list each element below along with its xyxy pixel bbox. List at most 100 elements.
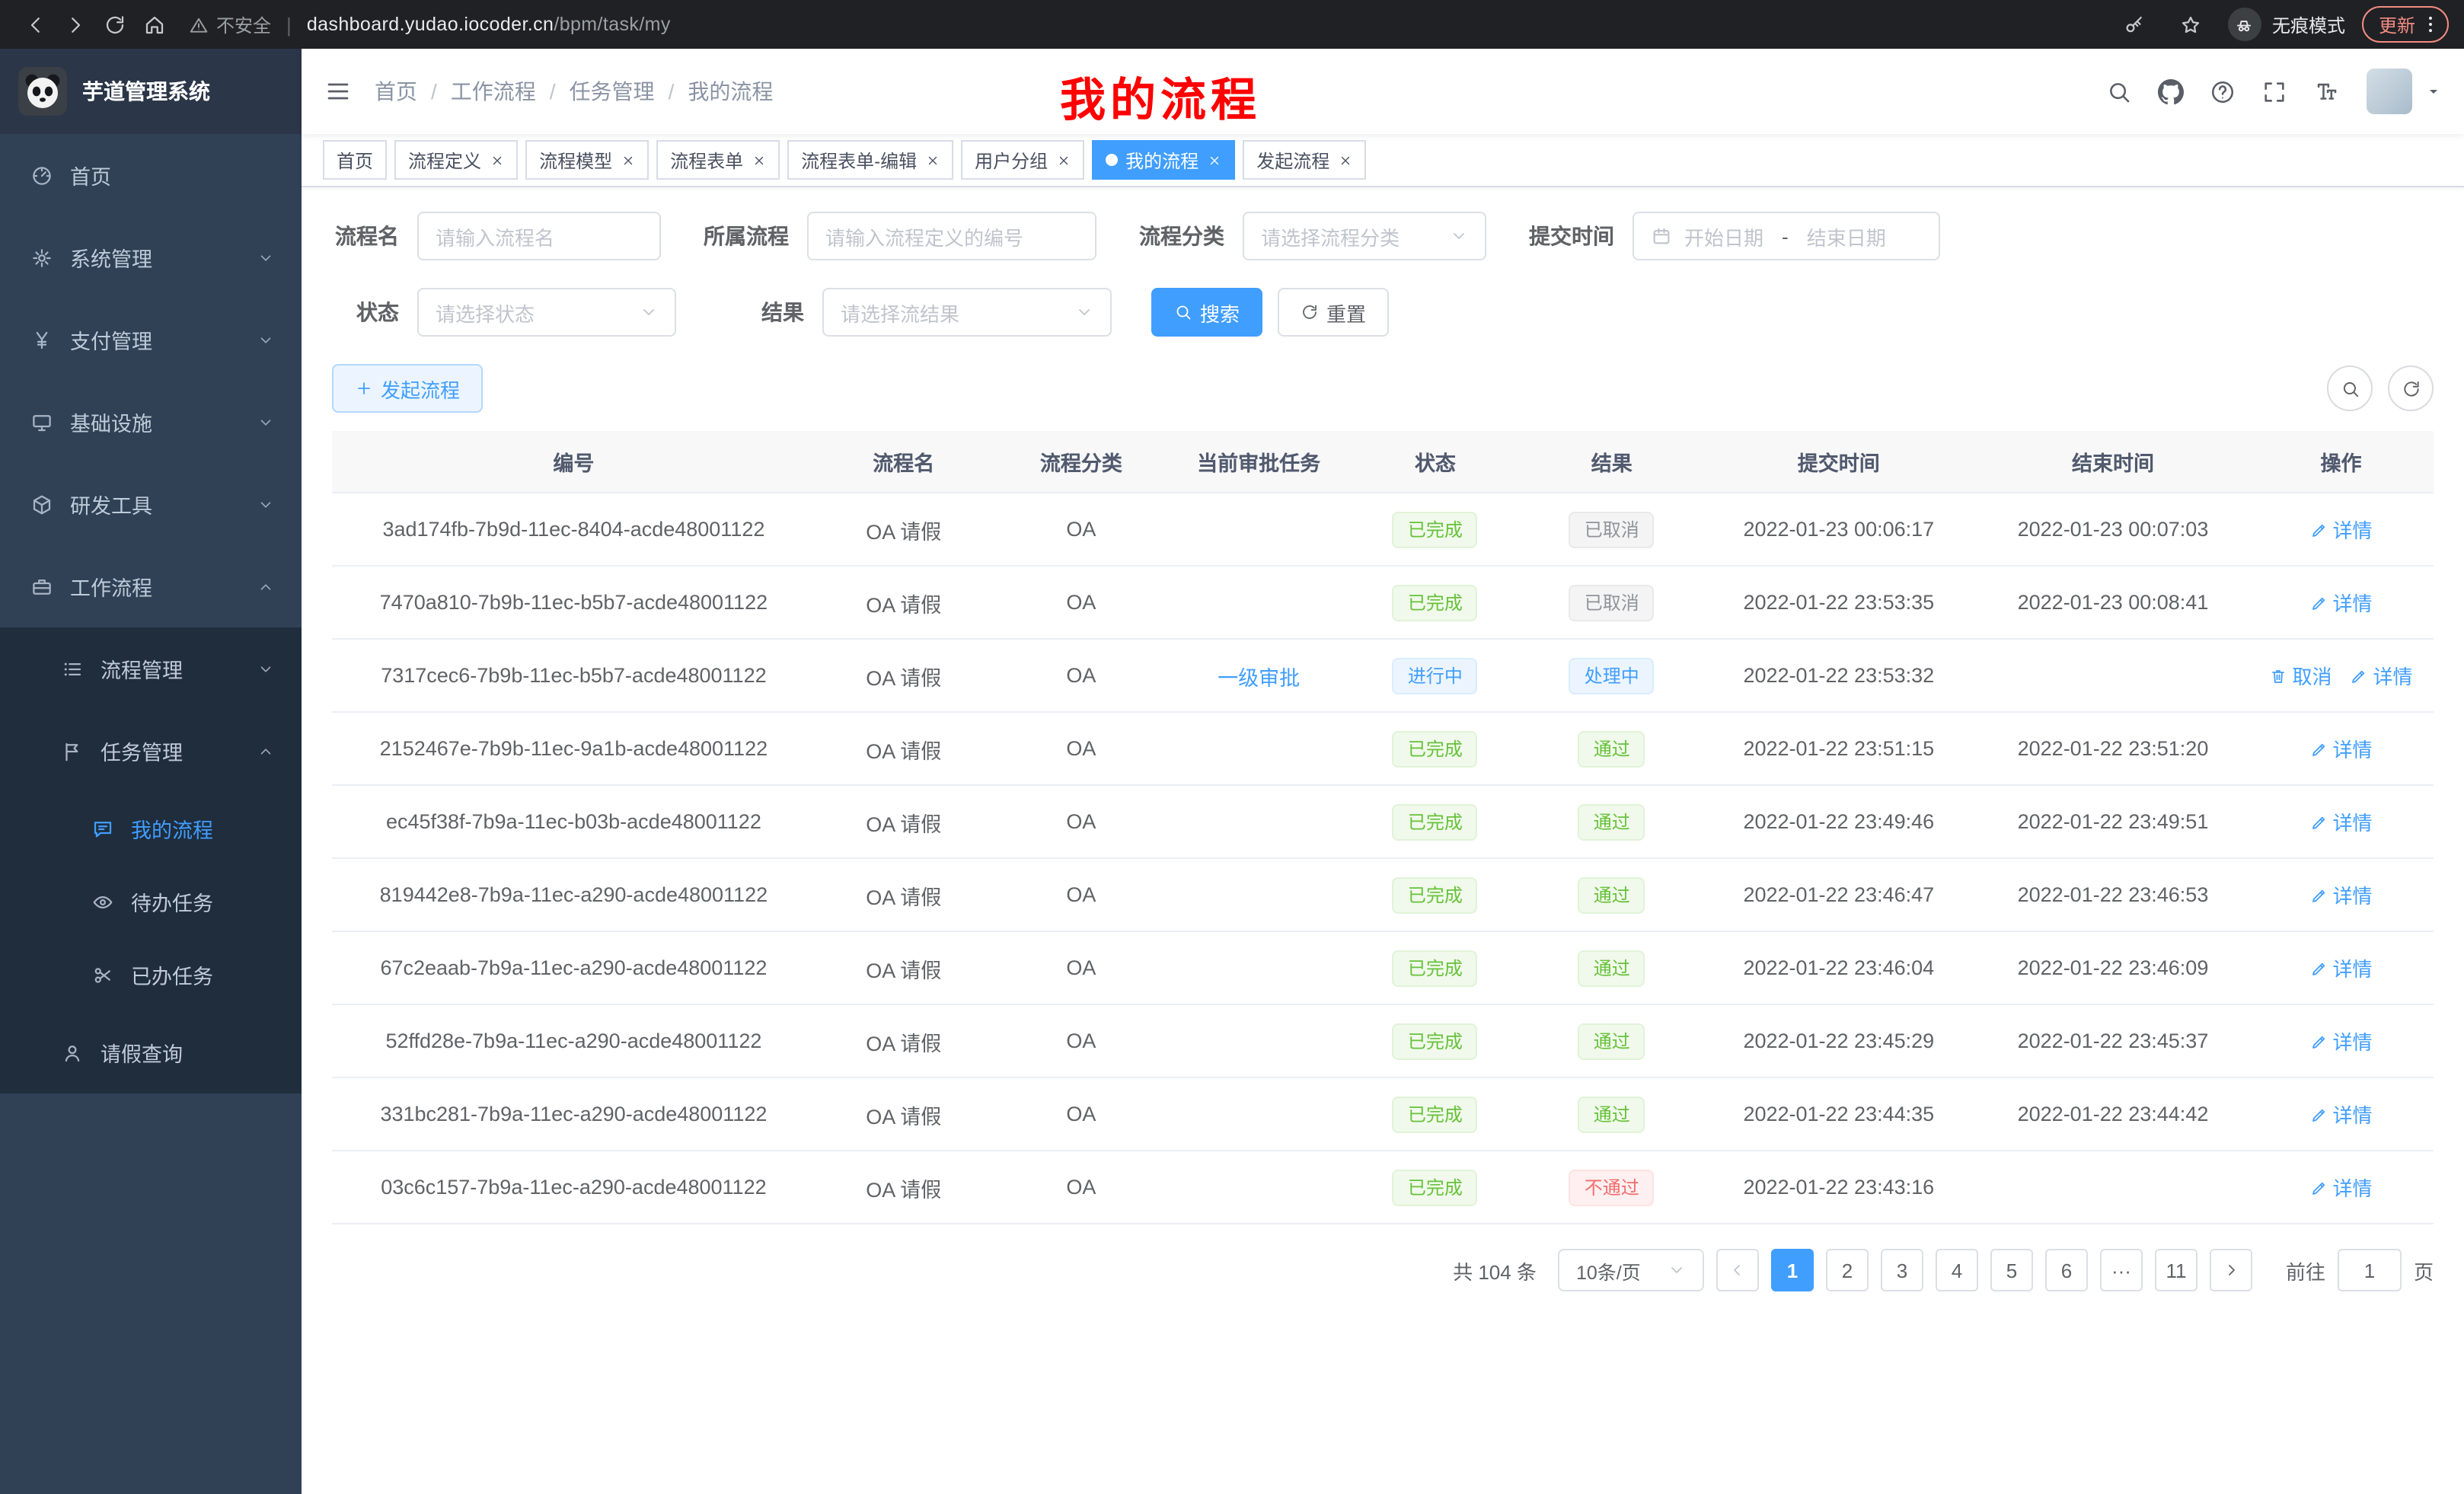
update-button[interactable]: 更新 [2362,6,2449,43]
close-icon[interactable] [926,153,940,167]
sidebar-item[interactable]: 研发工具 [0,463,302,545]
cell-actions: 详情 [2249,785,2434,858]
next-page-button[interactable] [2210,1249,2252,1291]
result-select[interactable]: 请选择流结果 [822,288,1112,337]
cell-category: OA [992,493,1171,566]
view-tab[interactable]: 流程表单-编辑 [787,140,953,180]
sidebar-item[interactable]: 基础设施 [0,381,302,463]
refresh-icon [1301,303,1319,321]
column-header: 当前审批任务 [1170,431,1347,493]
close-icon[interactable] [490,153,504,167]
view-tab[interactable]: 我的流程 [1092,140,1235,180]
detail-link[interactable]: 详情 [2309,588,2372,617]
breadcrumb-item[interactable]: 任务管理 [570,76,655,107]
security-indicator[interactable]: 不安全 [189,11,271,37]
key-icon[interactable] [2115,5,2155,44]
create-process-button[interactable]: 发起流程 [332,364,483,413]
close-icon[interactable] [621,153,635,167]
avatar[interactable] [2367,69,2412,114]
view-tab[interactable]: 流程定义 [394,140,518,180]
sidebar-item[interactable]: 流程管理 [0,627,302,710]
sidebar-item[interactable]: 首页 [0,134,302,216]
question-icon[interactable] [2199,69,2245,114]
view-tab[interactable]: 发起流程 [1243,140,1366,180]
process-name-input[interactable]: 请输入流程名 [417,212,661,260]
close-icon[interactable] [752,153,766,167]
detail-link[interactable]: 详情 [2309,807,2372,836]
view-tab[interactable]: 流程模型 [525,140,649,180]
detail-link[interactable]: 详情 [2309,1173,2372,1202]
app-logo[interactable]: 芋道管理系统 [0,49,302,134]
close-icon[interactable] [1208,153,1221,167]
yen-icon [30,328,53,351]
detail-link[interactable]: 详情 [2309,1026,2372,1055]
cancel-link[interactable]: 取消 [2269,661,2332,690]
cell-category: OA [992,639,1171,712]
reset-button[interactable]: 重置 [1278,288,1389,337]
table-refresh-button[interactable] [2388,366,2434,411]
font-size-icon[interactable] [2303,69,2348,114]
sidebar-item[interactable]: 已办任务 [0,938,302,1011]
page-button[interactable]: 11 [2155,1249,2197,1291]
page-button[interactable]: 6 [2045,1249,2088,1291]
search-icon[interactable] [2095,69,2141,114]
caret-down-icon[interactable] [2424,82,2443,101]
breadcrumb-item[interactable]: 首页 [375,76,417,107]
process-definition-input[interactable]: 请输入流程定义的编号 [807,212,1096,260]
close-icon[interactable] [1057,153,1071,167]
chevron-up-icon [257,578,274,595]
search-button[interactable]: 搜索 [1151,288,1262,337]
sidebar-item[interactable]: 任务管理 [0,710,302,792]
browser-home-icon[interactable] [134,5,174,44]
page-size-select[interactable]: 10条/页 [1558,1249,1704,1291]
detail-link[interactable]: 详情 [2351,661,2413,690]
browser-menu-icon[interactable] [2420,14,2441,35]
github-icon[interactable] [2147,69,2193,114]
forward-icon[interactable] [55,5,94,44]
page-button[interactable]: 4 [1936,1249,1978,1291]
detail-link[interactable]: 详情 [2309,515,2372,544]
page-button[interactable]: 3 [1881,1249,1923,1291]
submit-time-label: 提交时间 [1526,221,1614,251]
prev-page-button[interactable] [1716,1249,1759,1291]
cell-result: 通过 [1524,858,1700,931]
sidebar-item[interactable]: 支付管理 [0,298,302,381]
sidebar-item[interactable]: 我的流程 [0,792,302,865]
sidebar-item[interactable]: 请假查询 [0,1011,302,1093]
sidebar-item[interactable]: 工作流程 [0,545,302,627]
view-tab[interactable]: 用户分组 [961,140,1084,180]
detail-link[interactable]: 详情 [2309,1100,2372,1128]
back-icon[interactable] [15,5,55,44]
page-button[interactable]: 2 [1826,1249,1869,1291]
filter-category: 流程分类 请选择流程分类 [1136,212,1486,260]
table-search-toggle-button[interactable] [2327,366,2373,411]
reload-icon[interactable] [94,5,134,44]
hamburger-icon[interactable] [302,78,375,105]
date-range-picker[interactable]: 开始日期 - 结束日期 [1633,212,1940,260]
bookmark-star-icon[interactable] [2172,5,2211,44]
sidebar-item[interactable]: 待办任务 [0,865,302,938]
detail-link[interactable]: 详情 [2309,953,2372,982]
category-select[interactable]: 请选择流程分类 [1243,212,1486,260]
view-tab[interactable]: 首页 [323,140,387,180]
task-link[interactable]: 一级审批 [1218,666,1300,689]
goto-page-input[interactable]: 1 [2338,1249,2402,1291]
cell-actions: 详情 [2249,1004,2434,1077]
view-tab[interactable]: 流程表单 [656,140,780,180]
breadcrumb-item[interactable]: 工作流程 [451,76,536,107]
detail-link[interactable]: 详情 [2309,880,2372,909]
panda-logo-icon [18,67,67,116]
detail-link[interactable]: 详情 [2309,734,2372,763]
column-header: 流程名 [815,431,992,493]
incognito-badge[interactable]: 无痕模式 [2228,8,2345,41]
page-button[interactable]: 1 [1771,1249,1814,1291]
table-row: 7317cec6-7b9b-11ec-b5b7-acde48001122OA 请… [332,639,2434,712]
sidebar-item[interactable]: 系统管理 [0,216,302,298]
status-select[interactable]: 请选择状态 [417,288,676,337]
close-icon[interactable] [1339,153,1352,167]
page-button[interactable]: 5 [1990,1249,2033,1291]
fullscreen-icon[interactable] [2251,69,2296,114]
process-name-label: 流程名 [332,221,399,251]
address-bar[interactable]: dashboard.yudao.iocoder.cn/bpm/task/my [307,14,671,35]
table-row: 7470a810-7b9b-11ec-b5b7-acde48001122OA 请… [332,566,2434,639]
